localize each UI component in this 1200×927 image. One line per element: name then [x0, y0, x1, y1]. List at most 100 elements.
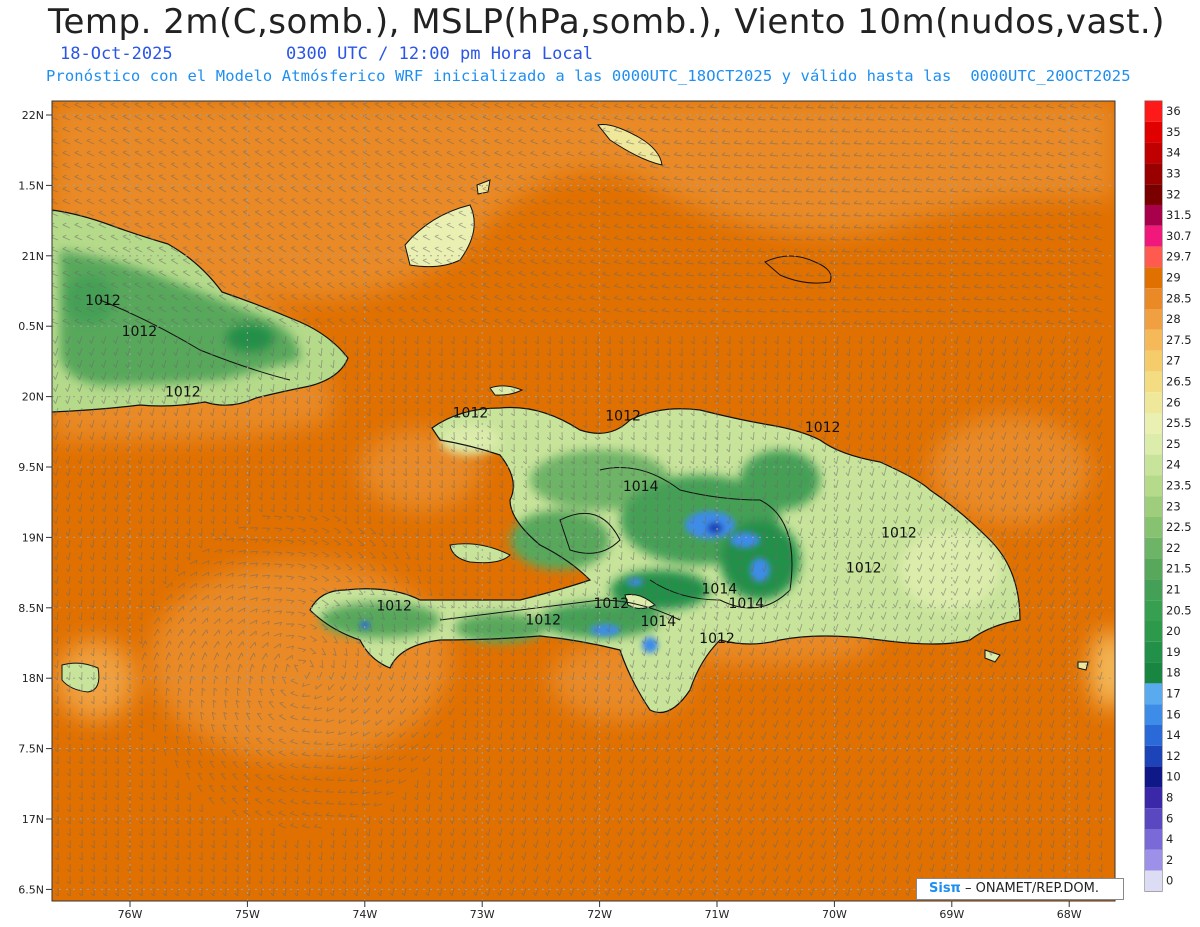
colorbar-label: 33 [1166, 167, 1181, 181]
colorbar-swatch [1145, 558, 1162, 580]
isobar-label: 1014 [623, 479, 659, 495]
colorbar-label: 30.7 [1166, 229, 1192, 243]
lon-tick-label: 75W [235, 908, 260, 921]
colorbar-swatch [1145, 537, 1162, 559]
map-area: 1012101210121012 101210121014101210121012… [52, 101, 1115, 901]
colorbar-label: 23.5 [1166, 479, 1192, 493]
isobar-label: 1012 [605, 409, 641, 425]
isobar-label: 1012 [846, 561, 882, 577]
colorbar-label: 25 [1166, 437, 1181, 451]
colorbar-swatch [1145, 205, 1162, 226]
colorbar-swatch [1145, 870, 1162, 892]
colorbar-label: 18 [1166, 666, 1181, 680]
colorbar-swatch [1145, 745, 1162, 767]
lat-tick-label: 20N [22, 391, 44, 404]
colorbar-swatch [1145, 246, 1162, 268]
colorbar-swatch [1145, 496, 1162, 517]
colorbar-label: 26 [1166, 395, 1181, 409]
lon-tick-label: 76W [118, 908, 143, 921]
isobar-label: 1012 [594, 596, 630, 612]
colorbar-swatch [1145, 413, 1162, 434]
weather-map: 1012101210121012 101210121014101210121012… [18, 100, 1192, 921]
lat-tick-label: 22N [22, 109, 44, 122]
colorbar-label: 19 [1166, 645, 1181, 659]
lat-tick-label: 18N [22, 672, 44, 685]
colorbar-swatch [1145, 309, 1162, 330]
lon-tick-label: 72W [587, 908, 612, 921]
latitude-labels: 22N 1.5N 21N 0.5N 20N 9.5N 19N 8.5N 18N 7.5N 17N 6.… [18, 109, 52, 896]
credit-text: – ONAMET/REP.DOM. [960, 881, 1099, 896]
colorbar-label: 27 [1166, 354, 1181, 368]
isobar-label: 1014 [640, 614, 676, 630]
colorbar-swatch [1145, 225, 1162, 247]
colorbar-swatch [1145, 704, 1162, 725]
colorbar-swatch [1145, 329, 1162, 351]
colorbar-swatch [1145, 475, 1162, 497]
isobar-label: 1012 [699, 631, 735, 647]
colorbar-swatch [1145, 392, 1162, 413]
colorbar-label: 32 [1166, 187, 1181, 201]
colorbar-label: 17 [1166, 687, 1181, 701]
colorbar-label: 35 [1166, 125, 1181, 139]
isobar-label: 1012 [525, 613, 561, 629]
colorbar-swatch [1145, 808, 1162, 829]
colorbar-swatch [1145, 600, 1162, 621]
colorbar-label: 21.5 [1166, 562, 1192, 576]
isobar-label: 1012 [122, 324, 158, 340]
lon-tick-label: 73W [470, 908, 495, 921]
isobar-label: 1014 [729, 596, 765, 612]
colorbar-label: 23 [1166, 499, 1181, 513]
isobar-label: 1012 [805, 420, 841, 436]
isobar-label: 1012 [165, 385, 201, 401]
lat-tick-label: 9.5N [18, 461, 44, 474]
colorbar-label: 28.5 [1166, 291, 1192, 305]
longitude-labels: 76W 75W 74W 73W 72W 71W 70W 69W 68W [118, 901, 1082, 921]
colorbar-swatch [1145, 725, 1162, 746]
lat-tick-label: 8.5N [18, 602, 44, 615]
lat-tick-label: 0.5N [18, 320, 44, 333]
colorbar-label: 29.7 [1166, 250, 1192, 264]
lat-tick-label: 17N [22, 813, 44, 826]
colorbar-swatch [1145, 184, 1162, 205]
colorbar-swatch [1145, 683, 1162, 705]
colorbar-swatch [1145, 267, 1162, 289]
colorbar-swatch [1145, 163, 1162, 185]
lon-tick-label: 74W [352, 908, 377, 921]
colorbar-label: 31.5 [1166, 208, 1192, 222]
isobar-label: 1012 [85, 293, 121, 309]
colorbar-swatch [1145, 371, 1162, 393]
isobar-label: 1012 [376, 599, 412, 615]
colorbar-swatch [1145, 641, 1162, 663]
isobar-label: 1012 [881, 525, 917, 541]
lat-tick-label: 19N [22, 531, 44, 544]
colorbar-label: 4 [1166, 832, 1173, 846]
colorbar-label: 26.5 [1166, 375, 1192, 389]
colorbar-label: 25.5 [1166, 416, 1192, 430]
colorbar-label: 21 [1166, 583, 1181, 597]
colorbar-label: 24 [1166, 458, 1181, 472]
colorbar-swatch [1145, 787, 1162, 809]
colorbar-swatch [1145, 121, 1162, 143]
lat-tick-label: 1.5N [18, 179, 44, 192]
colorbar-label: 10 [1166, 770, 1181, 784]
lon-tick-label: 71W [705, 908, 730, 921]
colorbar-swatch [1145, 766, 1162, 788]
colorbar-label: 34 [1166, 146, 1181, 160]
colorbar-label: 0 [1166, 874, 1173, 888]
colorbar-label: 20 [1166, 624, 1181, 638]
colorbar-label: 28 [1166, 312, 1181, 326]
credit-brand: Sisπ [929, 881, 961, 896]
colorbar-label: 22 [1166, 541, 1181, 555]
colorbar-swatch [1145, 142, 1162, 164]
colorbar-swatch [1145, 579, 1162, 601]
colorbar-swatch [1145, 517, 1162, 538]
colorbar-swatch [1145, 849, 1162, 871]
colorbar-swatch [1145, 101, 1162, 122]
colorbar-label: 12 [1166, 749, 1181, 763]
colorbar-label: 22.5 [1166, 520, 1192, 534]
colorbar-label: 27.5 [1166, 333, 1192, 347]
colorbar-swatch [1145, 433, 1162, 455]
colorbar-label: 16 [1166, 707, 1181, 721]
colorbar-swatch [1145, 288, 1162, 309]
isobar-label: 1012 [453, 406, 489, 422]
